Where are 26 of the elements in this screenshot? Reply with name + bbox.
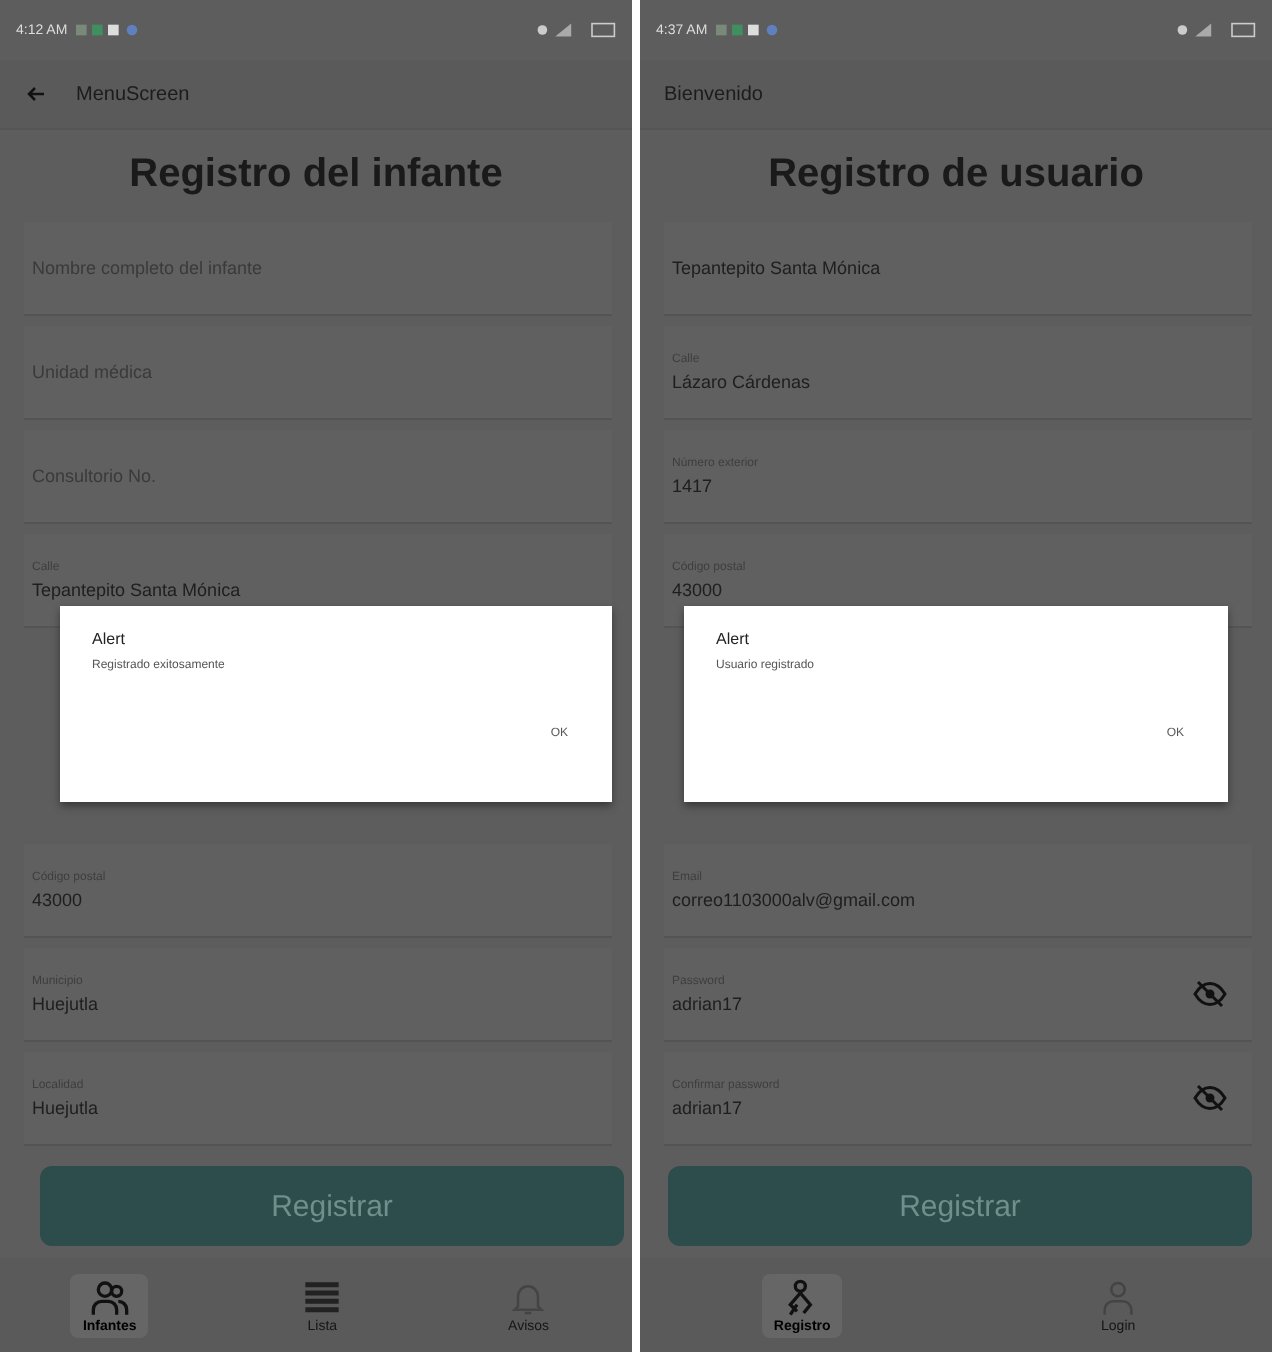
eye-slash-icon[interactable] [1192, 1080, 1228, 1116]
alert-title: Alert [716, 630, 751, 648]
battery-signal-icon [536, 22, 616, 38]
eye-slash-icon[interactable] [1192, 976, 1228, 1012]
back-arrow-icon[interactable] [24, 82, 48, 106]
list-icon [302, 1277, 343, 1317]
register-button[interactable]: Registrar [40, 1166, 624, 1246]
people-icon [89, 1277, 130, 1317]
header-title: Bienvenido [664, 83, 763, 105]
field-value: Huejutla [32, 1097, 101, 1117]
field-value: Tepantepito Santa Mónica [32, 579, 243, 599]
field-value: adrian17 [672, 993, 745, 1013]
register-button[interactable]: Registrar [668, 1166, 1252, 1246]
field-value: 1417 [672, 475, 715, 495]
field-value: Huejutla [32, 993, 101, 1013]
form-title: Registro de usuario [766, 150, 1146, 200]
field-value: Tepantepito Santa Mónica [672, 258, 883, 278]
alert-title: Alert [92, 630, 127, 648]
form-title: Registro del infante [127, 150, 505, 200]
battery-signal-icon [1176, 22, 1256, 38]
field-value: correo1103000alv@gmail.com [672, 889, 918, 909]
field-value: Lázaro Cárdenas [672, 371, 813, 391]
header-title: MenuScreen [76, 83, 190, 105]
field-value: 43000 [32, 889, 85, 909]
field-value: 43000 [672, 579, 725, 599]
field-value: adrian17 [672, 1097, 745, 1117]
